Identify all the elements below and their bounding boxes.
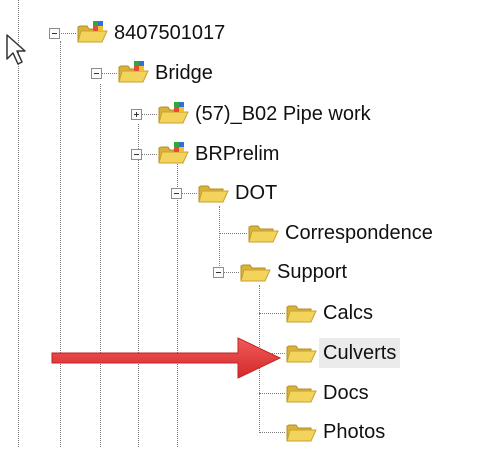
tree-node-label: Docs bbox=[323, 382, 369, 404]
tree-node-label: Photos bbox=[323, 421, 386, 443]
tree-node-correspondence[interactable]: Correspondence bbox=[247, 216, 437, 250]
project-folder-icon bbox=[77, 21, 108, 43]
tree-node-label: Calcs bbox=[323, 302, 374, 324]
collapse-toggle-bridge[interactable] bbox=[91, 68, 102, 79]
tree-connector bbox=[219, 233, 247, 234]
project-folder-icon bbox=[158, 142, 189, 164]
tree-node-label: Bridge bbox=[155, 62, 213, 84]
tree-connector bbox=[259, 313, 285, 314]
tree-guide-line bbox=[219, 206, 220, 272]
tree-node-8407501017[interactable]: 8407501017 bbox=[76, 16, 229, 50]
tree-guide-line bbox=[138, 124, 139, 447]
tree-connector bbox=[259, 393, 285, 394]
folder-icon bbox=[286, 345, 317, 363]
tree-node-label: Support bbox=[277, 261, 348, 283]
project-folder-icon bbox=[118, 61, 149, 83]
tree-connector bbox=[259, 432, 285, 433]
folder-icon bbox=[286, 424, 317, 442]
tree-node-label: DOT bbox=[235, 182, 278, 204]
mouse-pointer-icon bbox=[6, 34, 26, 65]
tree-guide-line bbox=[60, 41, 61, 447]
tree-guide-line bbox=[177, 164, 178, 447]
tree-node-brprelim[interactable]: BRPrelim bbox=[157, 137, 283, 171]
expand-toggle-pipe-work[interactable] bbox=[131, 109, 142, 120]
folder-icon bbox=[286, 385, 317, 403]
folder-icon bbox=[248, 225, 279, 243]
tree-node-calcs[interactable]: Calcs bbox=[285, 296, 377, 330]
tree-node-support[interactable]: Support bbox=[239, 255, 351, 289]
collapse-toggle-brprelim[interactable] bbox=[131, 149, 142, 160]
tree-guide-line bbox=[100, 84, 101, 447]
folder-icon bbox=[198, 185, 229, 203]
tree-node-label: Culverts bbox=[319, 338, 401, 368]
tree-node-label: Correspondence bbox=[285, 222, 433, 244]
tree-node-photos[interactable]: Photos bbox=[285, 415, 389, 449]
tree-node-culverts[interactable]: Culverts bbox=[285, 336, 401, 370]
tree-node-label: (57)_B02 Pipe work bbox=[195, 103, 371, 125]
tree-node-dot[interactable]: DOT bbox=[197, 176, 281, 210]
tree-node-pipe-work[interactable]: (57)_B02 Pipe work bbox=[157, 97, 375, 131]
collapse-toggle-support[interactable] bbox=[213, 267, 224, 278]
red-arrow-icon bbox=[51, 337, 282, 379]
tree-node-label: 8407501017 bbox=[114, 22, 226, 44]
tree-node-bridge[interactable]: Bridge bbox=[117, 56, 217, 90]
tree-node-docs[interactable]: Docs bbox=[285, 376, 373, 410]
collapse-toggle-8407501017[interactable] bbox=[49, 28, 60, 39]
collapse-toggle-dot[interactable] bbox=[171, 188, 182, 199]
project-folder-icon bbox=[158, 102, 189, 124]
folder-icon bbox=[240, 264, 271, 282]
folder-icon bbox=[286, 305, 317, 323]
tree-node-label: BRPrelim bbox=[195, 143, 280, 165]
